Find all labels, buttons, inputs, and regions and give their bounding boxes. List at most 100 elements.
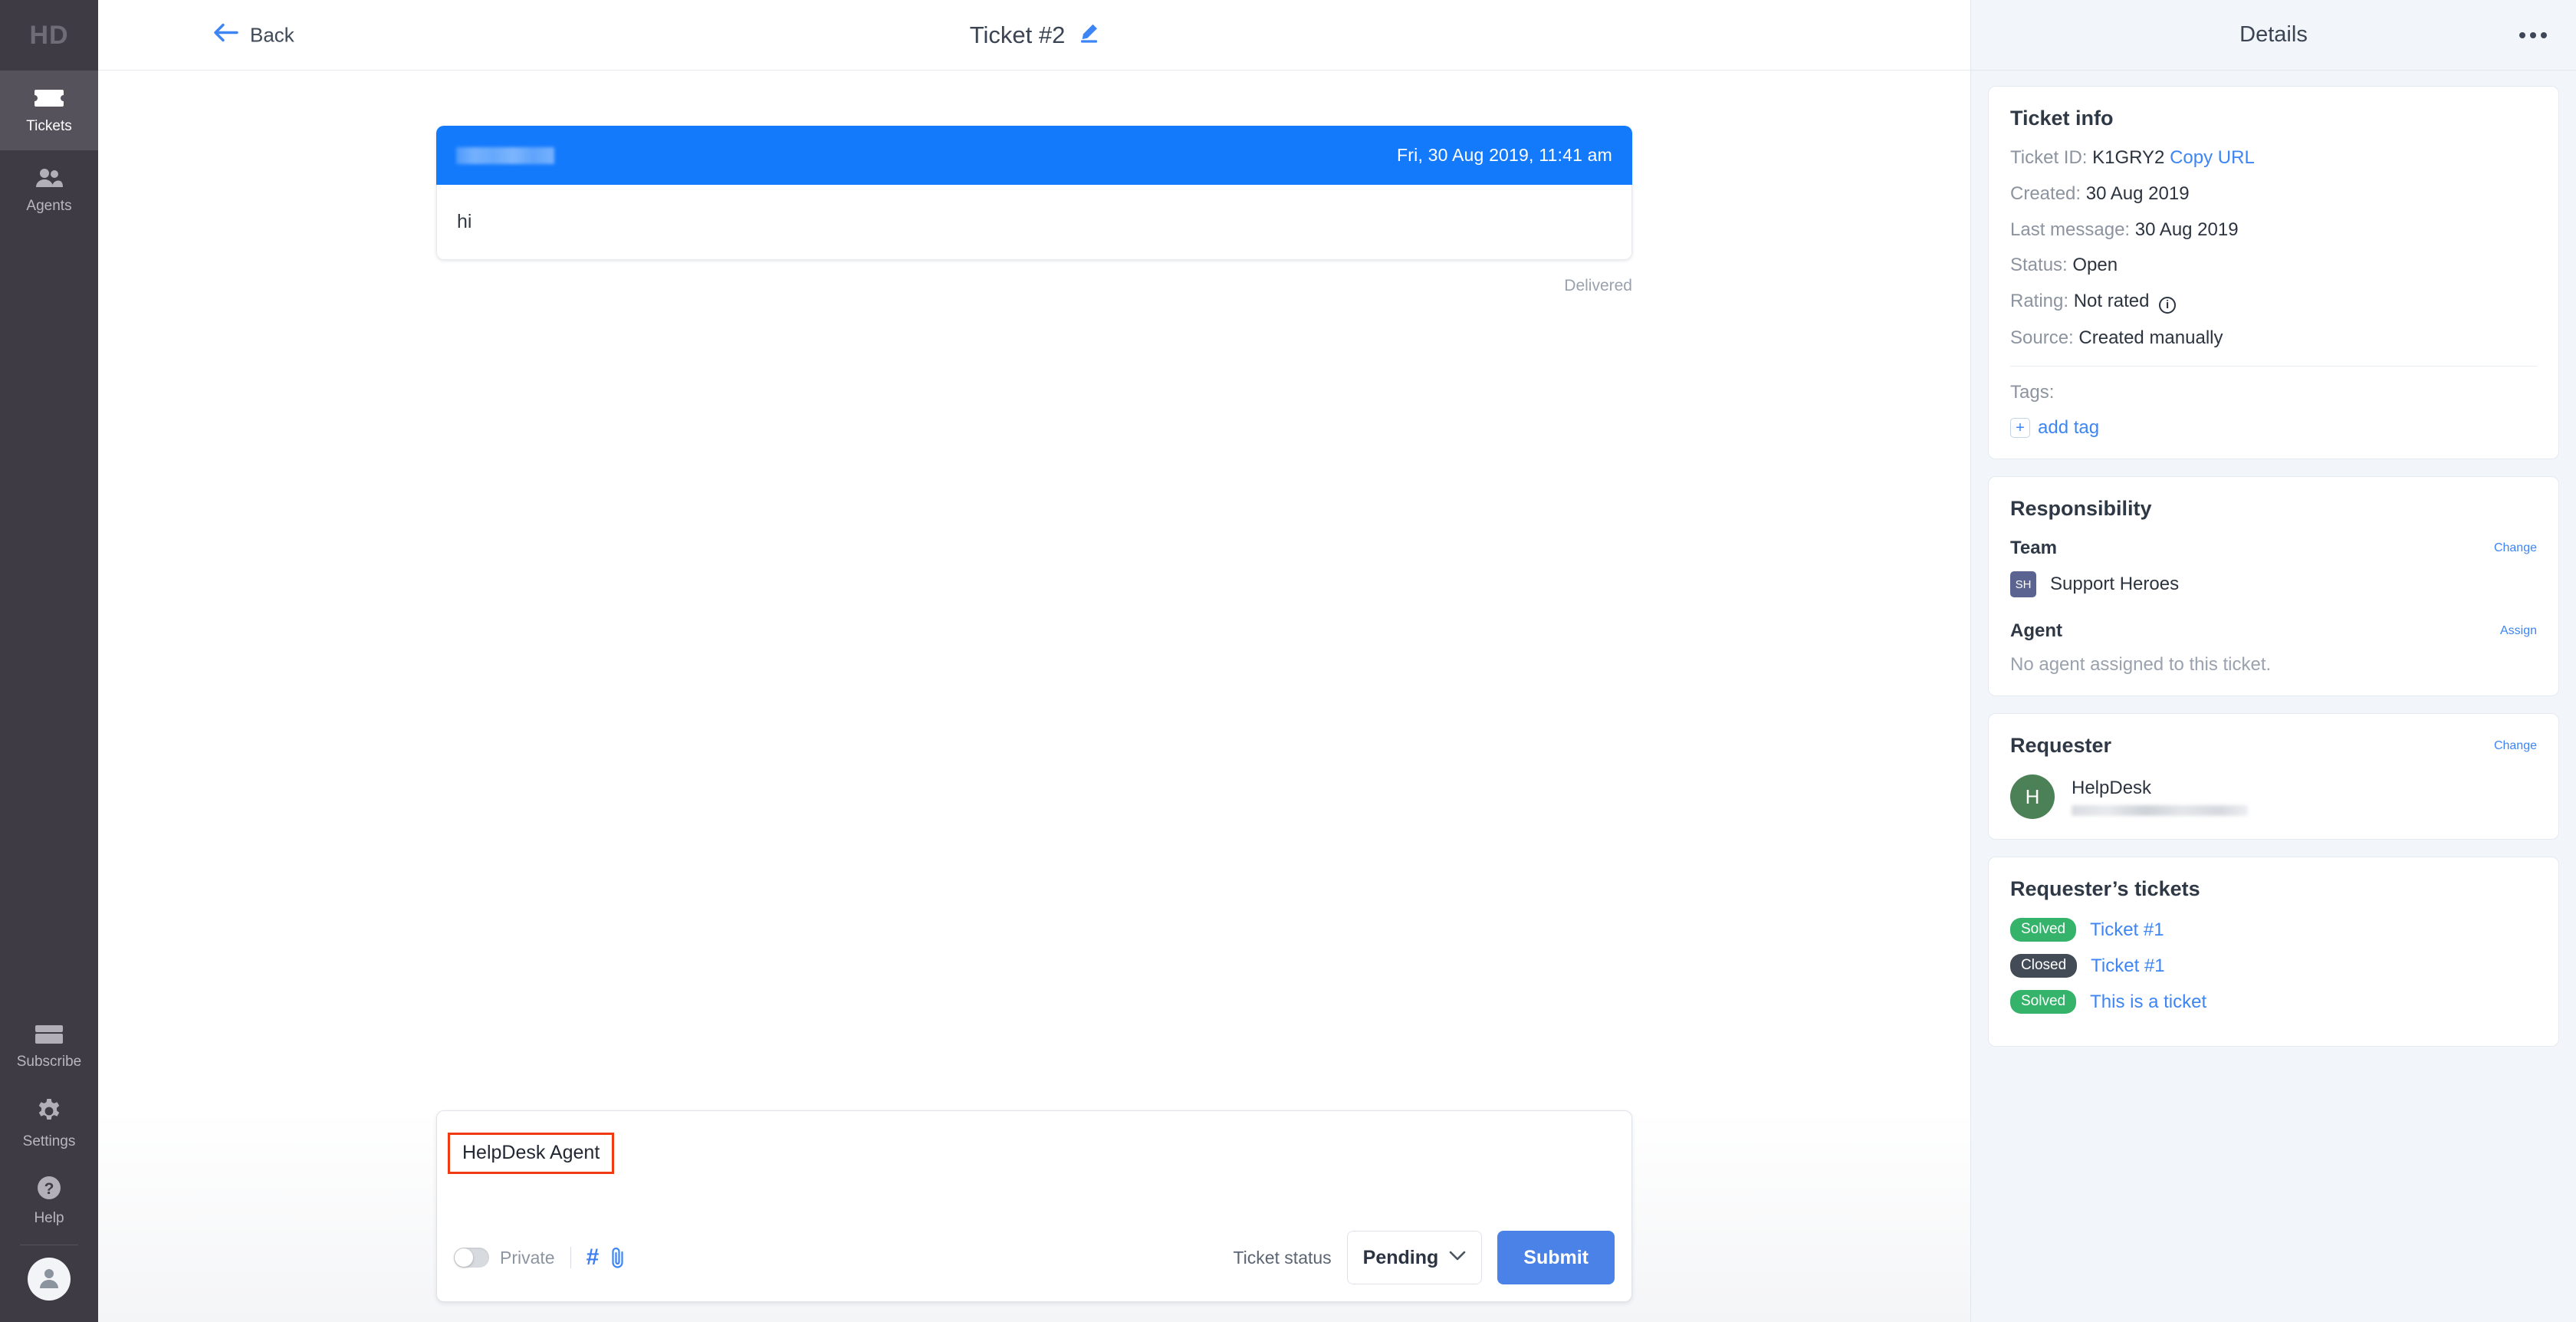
list-item[interactable]: Solved Ticket #1 — [2010, 918, 2537, 942]
reply-composer: HelpDesk Agent Private # — [436, 1110, 1632, 1302]
last-message-row: Last message: 30 Aug 2019 — [2010, 219, 2537, 242]
reply-editor[interactable]: HelpDesk Agent — [437, 1111, 1631, 1223]
sidebar-item-help[interactable]: ? Help — [0, 1162, 98, 1238]
hashtag-icon[interactable]: # — [586, 1246, 600, 1269]
requester-heading: Requester — [2010, 734, 2111, 758]
tags-label: Tags: — [2010, 382, 2537, 403]
ticket-icon — [34, 87, 64, 113]
change-team-link[interactable]: Change — [2494, 541, 2537, 555]
requester-tickets-card: Requester’s tickets Solved Ticket #1 Clo… — [1988, 857, 2559, 1047]
sidebar-spacer — [0, 230, 98, 1008]
user-avatar-button[interactable] — [28, 1258, 71, 1301]
ticket-link[interactable]: Ticket #1 — [2091, 955, 2164, 977]
ticket-id-label: Ticket ID: — [2010, 147, 2087, 168]
last-message-label: Last message: — [2010, 219, 2130, 240]
source-label: Source: — [2010, 327, 2074, 348]
info-icon[interactable]: i — [2159, 297, 2176, 314]
ticket-info-card: Ticket info Ticket ID: K1GRY2 Copy URL C… — [1988, 86, 2559, 459]
composer-toolbar-left: Private # — [454, 1246, 626, 1269]
assign-agent-link[interactable]: Assign — [2500, 624, 2537, 638]
sidebar-item-subscribe[interactable]: Subscribe — [0, 1008, 98, 1085]
list-item[interactable]: Solved This is a ticket — [2010, 990, 2537, 1014]
requester-row[interactable]: H HelpDesk — [2010, 774, 2537, 819]
team-label: Team — [2010, 538, 2057, 559]
sidebar-item-label-settings: Settings — [23, 1134, 76, 1149]
requester-card: Requester Change H HelpDesk — [1988, 713, 2559, 840]
responsibility-heading: Responsibility — [2010, 497, 2537, 521]
plus-icon: + — [2010, 418, 2030, 438]
rating-row: Rating: Not rated i — [2010, 291, 2537, 314]
ticket-id-value: K1GRY2 — [2092, 147, 2164, 168]
status-badge: Closed — [2010, 954, 2077, 978]
copy-url-link[interactable]: Copy URL — [2170, 147, 2255, 168]
page-title-wrap: Ticket #2 — [98, 21, 1970, 49]
message-sender-redacted — [456, 147, 554, 164]
status-row: Status: Open — [2010, 255, 2537, 277]
sidebar-item-label-agents: Agents — [26, 199, 71, 213]
team-name: Support Heroes — [2050, 574, 2179, 595]
source-row: Source: Created manually — [2010, 327, 2537, 350]
ticket-topbar: Back Ticket #2 — [98, 0, 1970, 71]
message-body: hi — [436, 185, 1632, 260]
rating-label: Rating: — [2010, 291, 2068, 311]
ticket-info-divider — [2010, 366, 2537, 367]
status-badge: Solved — [2010, 918, 2076, 942]
ticket-id-row: Ticket ID: K1GRY2 Copy URL — [2010, 147, 2537, 169]
list-item[interactable]: Closed Ticket #1 — [2010, 954, 2537, 978]
app-root: HD Tickets Agents — [0, 0, 2576, 1322]
source-value: Created manually — [2078, 327, 2223, 348]
details-header: Details — [1971, 0, 2576, 71]
paperclip-icon[interactable] — [610, 1246, 626, 1269]
ticket-status-label: Ticket status — [1233, 1248, 1331, 1268]
page-title: Ticket #2 — [970, 21, 1066, 49]
people-icon — [34, 167, 64, 192]
add-tag-button[interactable]: + add tag — [2010, 417, 2537, 439]
team-head: Team Change — [2010, 538, 2537, 559]
created-value: 30 Aug 2019 — [2086, 183, 2190, 204]
requester-info: HelpDesk — [2072, 778, 2248, 816]
status-badge: Solved — [2010, 990, 2076, 1014]
app-logo: HD — [0, 0, 98, 71]
ticket-status-value: Pending — [1363, 1247, 1439, 1269]
gear-icon — [36, 1098, 62, 1128]
team-row: SH Support Heroes — [2010, 571, 2537, 597]
composer-toolbar-right: Ticket status Pending Submit — [1233, 1231, 1615, 1284]
ticket-link[interactable]: This is a ticket — [2090, 992, 2206, 1013]
add-tag-label: add tag — [2038, 417, 2099, 439]
status-value: Open — [2072, 255, 2118, 275]
question-circle-icon: ? — [36, 1175, 62, 1205]
requester-head: Requester Change — [2010, 734, 2537, 758]
team-avatar: SH — [2010, 571, 2036, 597]
left-sidebar: HD Tickets Agents — [0, 0, 98, 1322]
details-title: Details — [2239, 22, 2308, 48]
message-timestamp: Fri, 30 Aug 2019, 11:41 am — [1397, 145, 1612, 166]
private-toggle[interactable] — [454, 1248, 489, 1268]
submit-button[interactable]: Submit — [1497, 1231, 1615, 1284]
change-requester-link[interactable]: Change — [2494, 739, 2537, 753]
rating-value: Not rated — [2074, 291, 2150, 311]
created-row: Created: 30 Aug 2019 — [2010, 183, 2537, 206]
composer-zone: HelpDesk Agent Private # — [98, 1110, 1970, 1322]
agent-empty-text: No agent assigned to this ticket. — [2010, 654, 2537, 676]
sidebar-item-label-tickets: Tickets — [26, 119, 71, 133]
sidebar-item-tickets[interactable]: Tickets — [0, 71, 98, 150]
more-options-icon[interactable] — [2512, 25, 2555, 46]
requester-email-redacted — [2072, 805, 2248, 816]
sidebar-item-settings[interactable]: Settings — [0, 1085, 98, 1162]
composer-toolbar: Private # Ticket status Pending — [437, 1223, 1631, 1301]
ticket-status-select[interactable]: Pending — [1347, 1231, 1483, 1284]
agent-label: Agent — [2010, 620, 2062, 642]
chevron-down-icon — [1449, 1251, 1466, 1265]
ticket-info-heading: Ticket info — [2010, 107, 2537, 130]
sidebar-item-agents[interactable]: Agents — [0, 150, 98, 230]
message-header: Fri, 30 Aug 2019, 11:41 am — [436, 126, 1632, 185]
toolbar-divider — [570, 1247, 571, 1268]
user-avatar-icon — [36, 1264, 62, 1294]
requester-tickets-heading: Requester’s tickets — [2010, 877, 2537, 901]
ticket-main: Back Ticket #2 Fri, 30 Aug 2019, 11:41 a… — [98, 0, 1970, 1322]
svg-text:?: ? — [44, 1180, 54, 1198]
ticket-link[interactable]: Ticket #1 — [2090, 919, 2164, 941]
pencil-edit-icon[interactable] — [1079, 23, 1099, 47]
details-body: Ticket info Ticket ID: K1GRY2 Copy URL C… — [1971, 71, 2576, 1322]
sidebar-item-label-subscribe: Subscribe — [17, 1054, 82, 1069]
